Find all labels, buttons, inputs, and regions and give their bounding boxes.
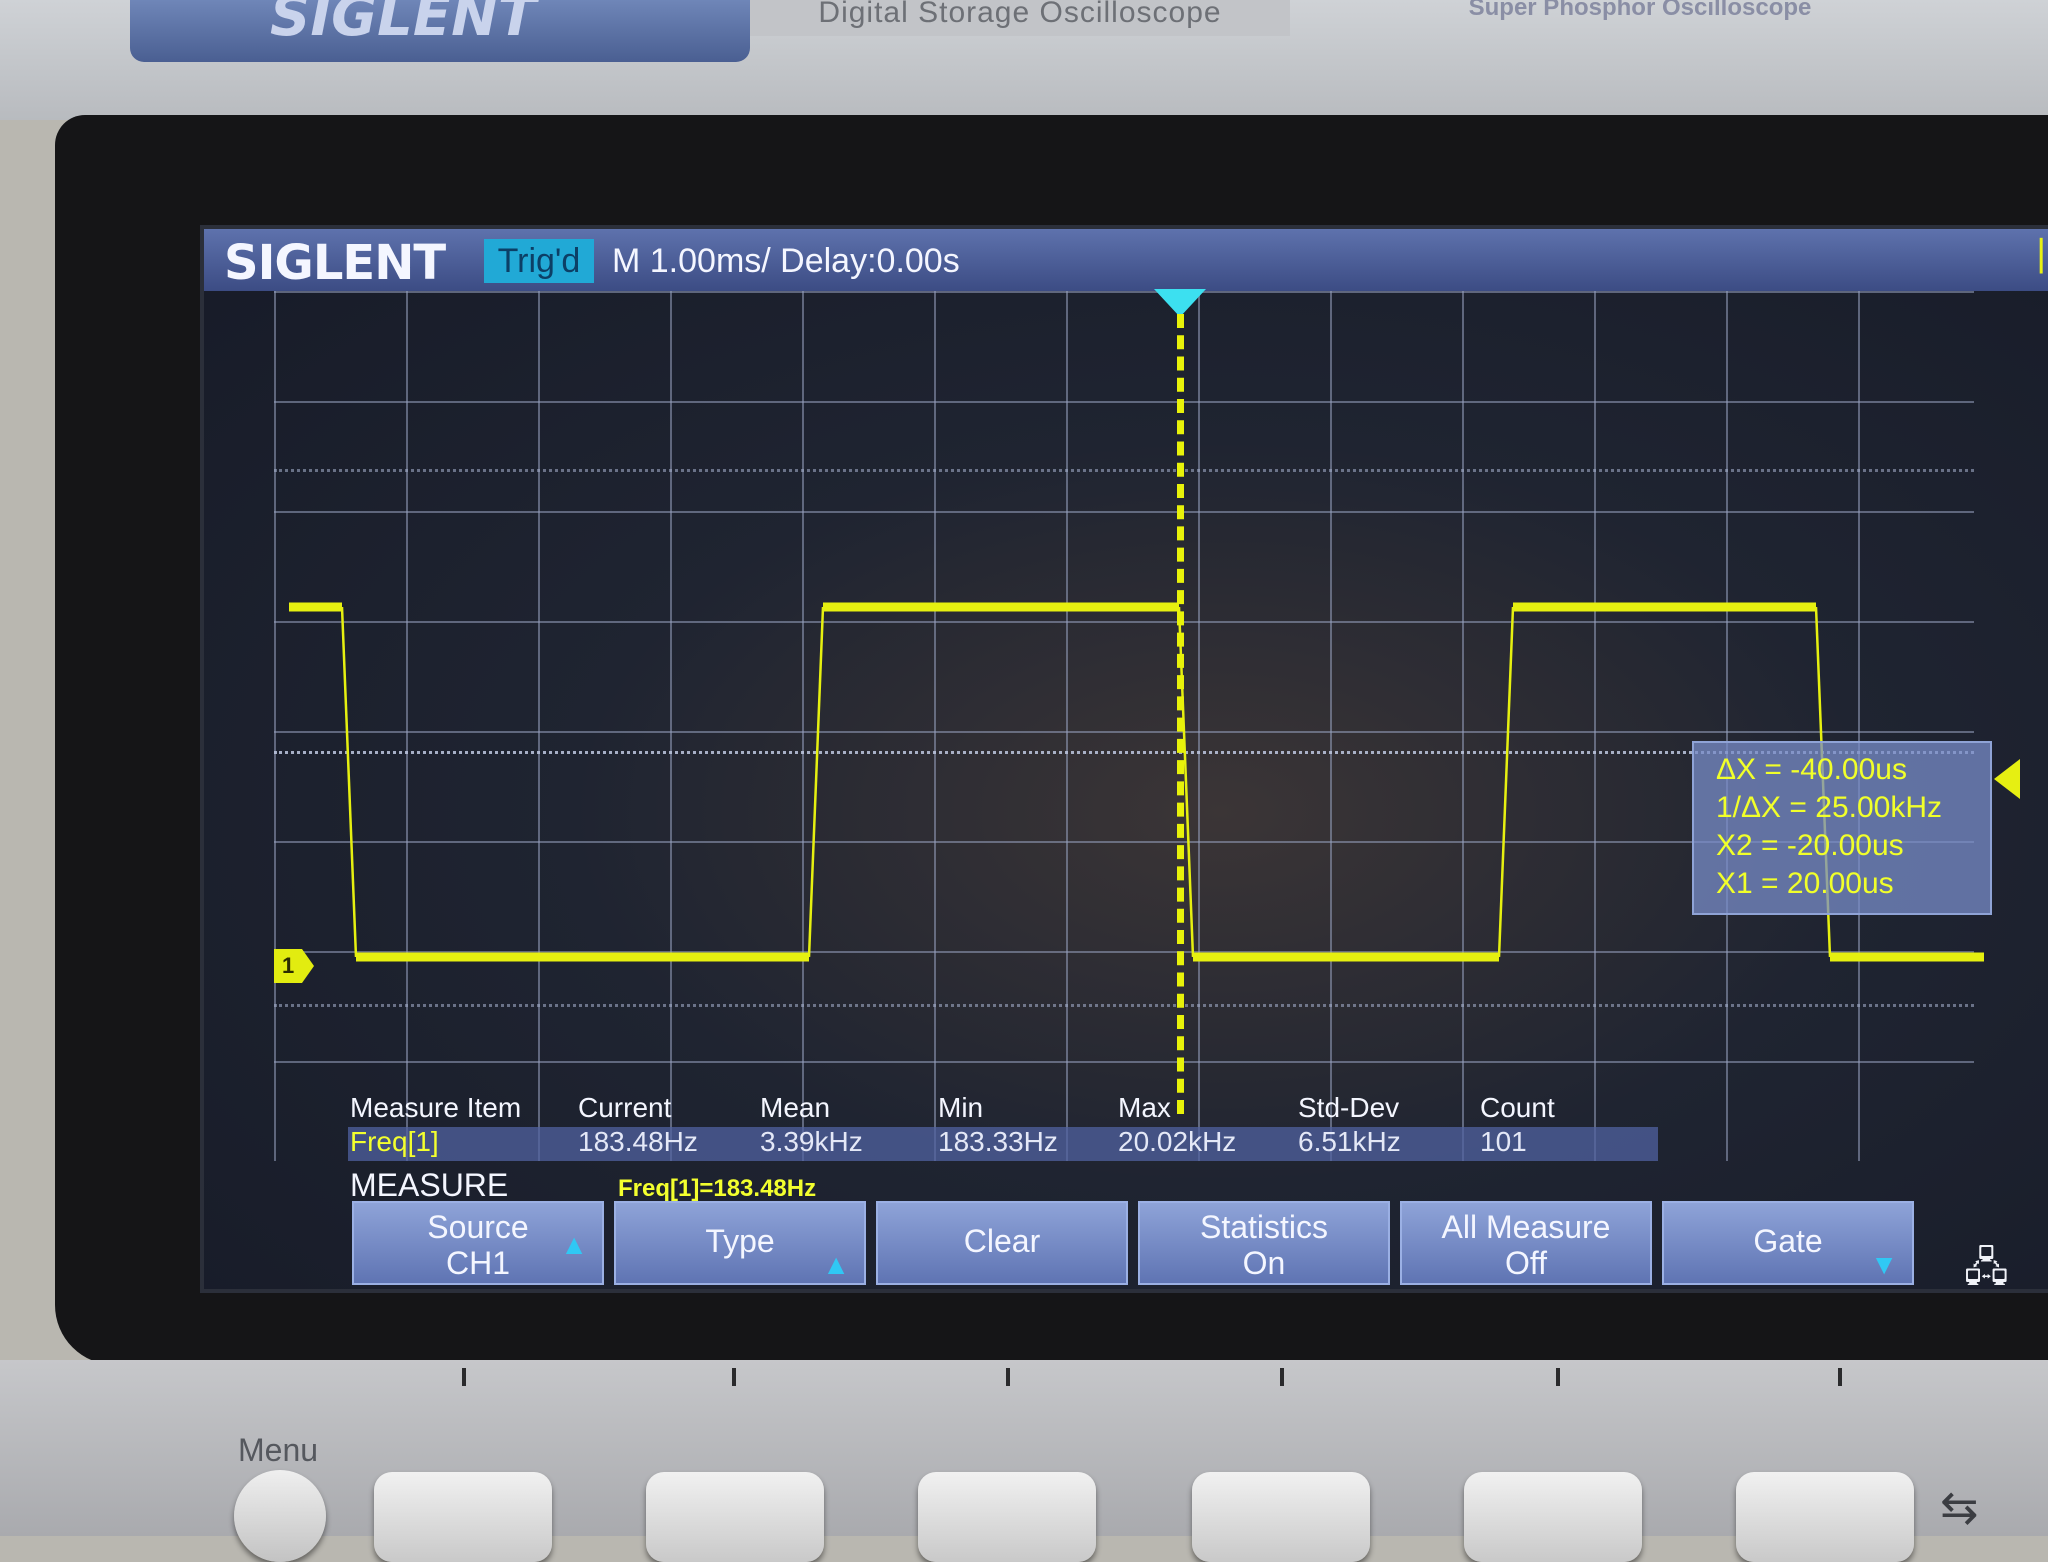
softkey-gate[interactable]: Gate ▼ (1662, 1201, 1914, 1285)
cursor-pointer-icon (1994, 759, 2020, 799)
softkey-type[interactable]: Type ▲ (614, 1201, 866, 1285)
measure-col-header: Max (1118, 1092, 1171, 1123)
softkey-tick (732, 1368, 736, 1386)
measure-count-value: 101 (1480, 1126, 1527, 1157)
softkey-tick (462, 1368, 466, 1386)
measure-col-header: Min (938, 1092, 984, 1123)
network-icon: 🖧 (1964, 1246, 2009, 1290)
measure-col-std-dev: Std-Dev 6.51kHz (1298, 1091, 1401, 1159)
measure-max-value: 20.02kHz (1118, 1126, 1237, 1157)
measure-col-header: Measure Item (350, 1092, 522, 1123)
softkey-tick (1556, 1368, 1560, 1386)
softkey-4-hardware-button[interactable] (1192, 1472, 1370, 1562)
measure-col-mean: Mean 3.39kHz (760, 1091, 863, 1159)
trigger-position-marker[interactable] (1154, 289, 1206, 317)
measurement-table: Measure Item Freq[1] Current 183.48Hz Me… (350, 1091, 1660, 1163)
softkey-label: Statistics (1199, 1209, 1329, 1245)
menu-hardware-key[interactable] (234, 1470, 326, 1562)
measure-mean-value: 3.39kHz (760, 1126, 863, 1157)
measure-std-dev-value: 6.51kHz (1298, 1126, 1401, 1157)
case-caption: Digital Storage Oscilloscope (750, 0, 1290, 36)
softkey-tick (1006, 1368, 1010, 1386)
cursor-delta-x: ΔX = -40.00us (1716, 753, 1907, 786)
trace-edge (807, 606, 825, 958)
menu-title: MEASURE (350, 1167, 509, 1203)
softkey-statistics[interactable]: Statistics On (1138, 1201, 1390, 1285)
cursor-readout-panel: ΔX = -40.00us 1/ΔX = 25.00kHz X2 = -20.0… (1692, 741, 1992, 915)
softkey-6-hardware-button[interactable] (1736, 1472, 1914, 1562)
softkey-value: Off (1504, 1245, 1548, 1281)
arrow-up-icon: ▲ (822, 1249, 850, 1280)
oscilloscope-display: SIGLENT Trig'd M 1.00ms/ Delay:0.00s ▏ 1… (200, 225, 2048, 1293)
softkey-value: On (1242, 1245, 1286, 1281)
softkey-label: Clear (963, 1223, 1041, 1259)
softkey-menu: Source CH1 ▲ Type ▲ Clear Statistics On … (352, 1201, 2048, 1289)
brand-plate: SIGLENT (130, 0, 750, 62)
measure-item-name: Freq[1] (350, 1126, 439, 1157)
softkey-all-measure[interactable]: All Measure Off (1400, 1201, 1652, 1285)
softkey-tick (1838, 1368, 1842, 1386)
softkey-tick (1280, 1368, 1284, 1386)
softkey-5-hardware-button[interactable] (1464, 1472, 1642, 1562)
measure-summary: Freq[1]=183.48Hz (618, 1175, 817, 1202)
measure-col-item: Measure Item Freq[1] (350, 1091, 521, 1159)
cursor-x2: X2 = -20.00us (1716, 829, 1904, 862)
trace-edge (340, 606, 358, 958)
trace-edge (1497, 606, 1515, 958)
case-caption-right: Super Phosphor Oscilloscope (1468, 0, 1812, 21)
time-cursor-line[interactable] (1177, 314, 1184, 1114)
brand-text: SIGLENT (270, 0, 537, 49)
usb-icon: ⇆ (1940, 1481, 1979, 1533)
measure-col-header: Std-Dev (1298, 1092, 1400, 1123)
measure-col-min: Min 183.33Hz (938, 1091, 1058, 1159)
softkey-source[interactable]: Source CH1 ▲ (352, 1201, 604, 1285)
cursor-inverse-delta-x: 1/ΔX = 25.00kHz (1716, 791, 1942, 824)
measure-col-header: Mean (760, 1092, 831, 1123)
measure-col-max: Max 20.02kHz (1118, 1091, 1236, 1159)
menu-key-label: Menu (238, 1432, 319, 1468)
cursor-x1: X1 = 20.00us (1716, 867, 1894, 900)
measure-col-count: Count 101 (1480, 1091, 1555, 1159)
arrow-down-icon: ▼ (1870, 1249, 1898, 1280)
softkey-3-hardware-button[interactable] (918, 1472, 1096, 1562)
softkey-2-hardware-button[interactable] (646, 1472, 824, 1562)
softkey-1-hardware-button[interactable] (374, 1472, 552, 1562)
softkey-clear[interactable]: Clear (876, 1201, 1128, 1285)
measure-current-value: 183.48Hz (578, 1126, 698, 1157)
arrow-up-icon: ▲ (560, 1229, 588, 1260)
measure-col-header: Current (578, 1092, 672, 1123)
softkey-label: All Measure (1441, 1209, 1611, 1245)
measure-col-header: Count (1480, 1092, 1555, 1123)
measure-min-value: 183.33Hz (938, 1126, 1058, 1157)
measure-col-current: Current 183.48Hz (578, 1091, 698, 1159)
